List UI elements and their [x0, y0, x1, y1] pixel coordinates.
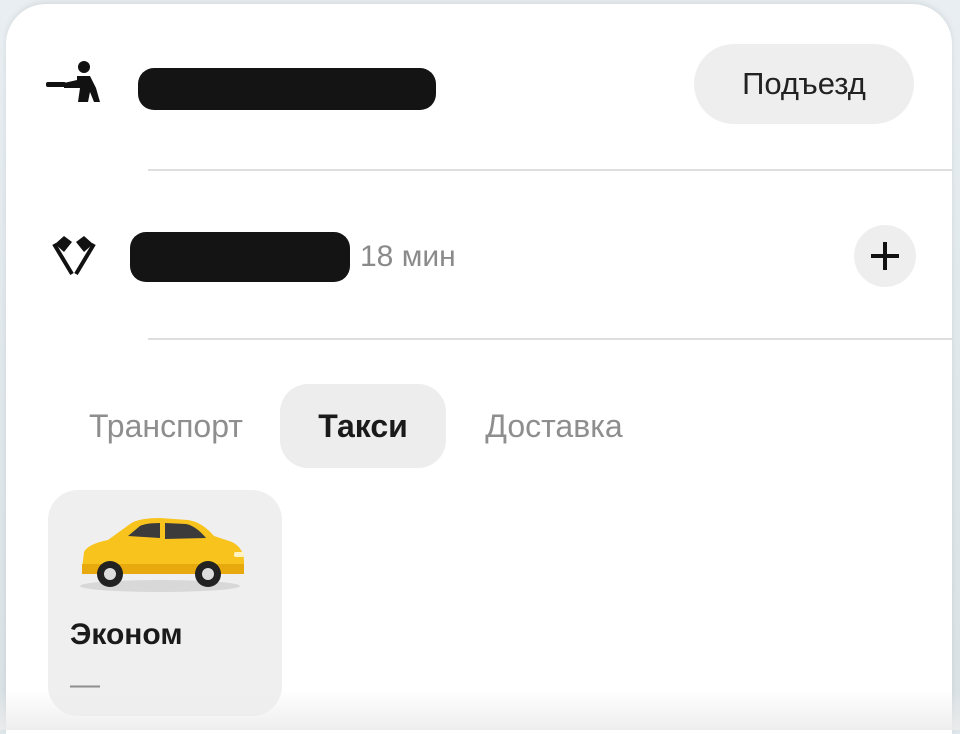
tab-delivery[interactable]: Доставка — [468, 384, 640, 468]
tab-transport[interactable]: Транспорт — [66, 384, 266, 468]
finish-flags-icon — [44, 230, 104, 290]
tariff-card-economy[interactable]: Эконом — — [48, 490, 282, 716]
order-sheet: Подъезд 18 мин Транспорт Такси Доставка — [6, 4, 952, 734]
tariff-price: — — [70, 668, 100, 701]
yellow-car-icon — [68, 508, 248, 598]
destination-address-redacted — [130, 232, 350, 282]
pickup-row[interactable]: Подъезд — [6, 34, 952, 144]
divider — [148, 338, 952, 340]
add-stop-button[interactable] — [854, 225, 916, 287]
tariff-name: Эконом — [70, 618, 183, 651]
destination-row[interactable]: 18 мин — [6, 200, 952, 320]
person-pickup-icon — [44, 58, 104, 118]
eta-text: 18 мин — [360, 240, 456, 273]
divider — [148, 169, 952, 171]
pickup-address-redacted — [138, 68, 436, 110]
tab-taxi[interactable]: Такси — [280, 384, 446, 468]
plus-icon — [871, 242, 899, 270]
service-tabs: Транспорт Такси Доставка — [6, 384, 952, 468]
entrance-button[interactable]: Подъезд — [694, 44, 914, 124]
